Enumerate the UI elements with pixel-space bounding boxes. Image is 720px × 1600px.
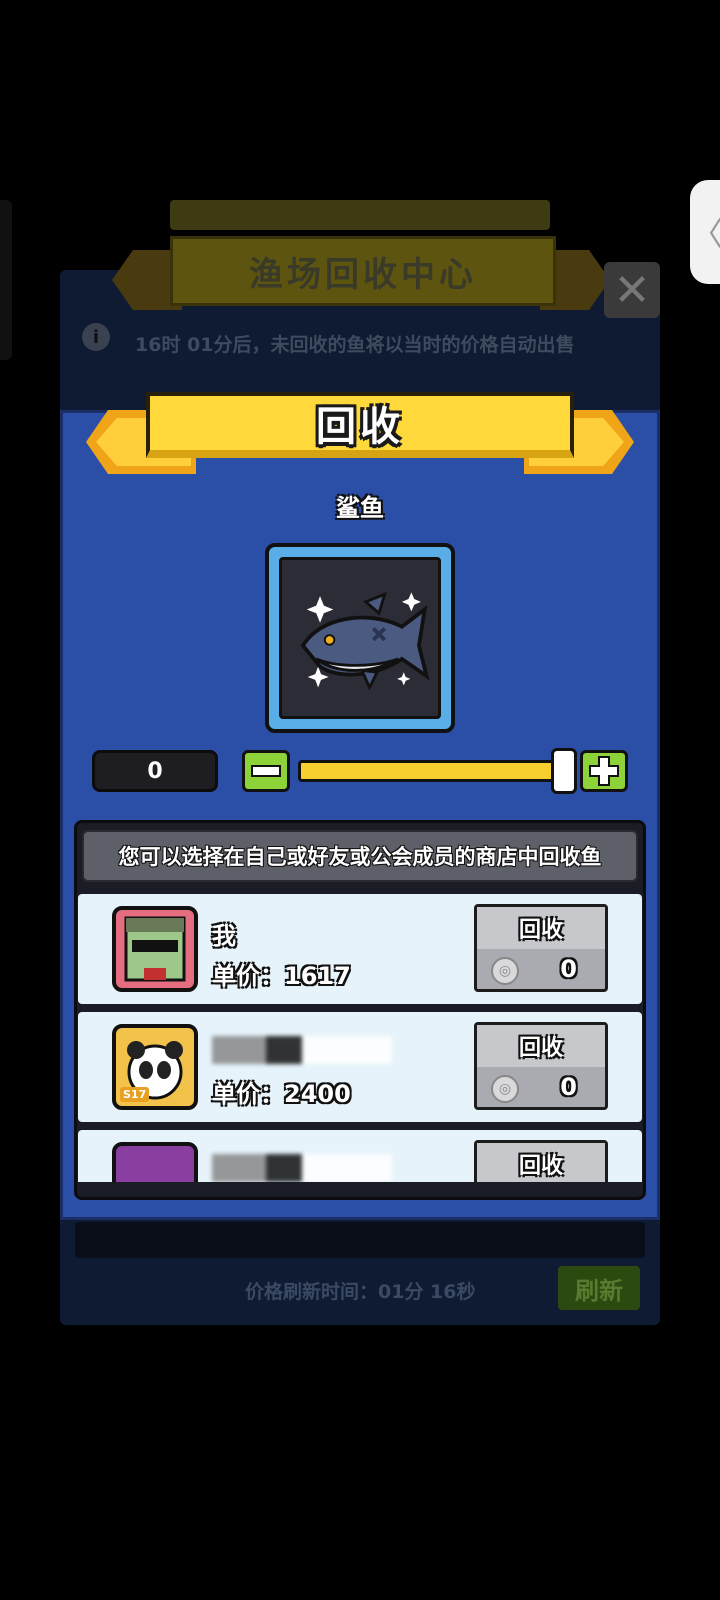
shop-row-guild: 回收 <box>78 1130 642 1182</box>
price-refresh-timer: 价格刷新时间：01分 16秒 <box>245 1281 476 1303</box>
unit-price: 单价：1617 <box>212 962 351 990</box>
dialog-title: 回收 <box>316 404 404 450</box>
minus-icon <box>251 765 281 777</box>
fish-image <box>279 557 441 719</box>
left-edge-stub <box>0 200 12 360</box>
shop-owner-name: 我 <box>212 922 236 950</box>
increase-quantity-button[interactable] <box>580 750 628 792</box>
zombie-avatar-icon <box>124 916 186 982</box>
redacted-name <box>212 1154 392 1182</box>
fish-name: 鲨鱼 <box>336 494 384 522</box>
avatar: S17 <box>112 1024 198 1110</box>
background-bottom-bar <box>75 1222 645 1258</box>
coin-icon: ◎ <box>491 957 519 985</box>
avatar <box>112 1142 198 1182</box>
redacted-name <box>212 1036 392 1064</box>
decrease-quantity-button[interactable] <box>242 750 290 792</box>
side-drawer-tab[interactable]: 〈 <box>690 180 720 284</box>
info-icon: i <box>82 323 110 351</box>
quantity-slider-handle[interactable] <box>551 748 577 794</box>
close-icon[interactable]: ✕ <box>604 262 660 318</box>
recycle-button[interactable]: 回收 ◎ 0 <box>474 904 608 992</box>
recycle-button[interactable]: 回收 ◎ 0 <box>474 1022 608 1110</box>
background-title: 渔场回收中心 <box>170 236 556 306</box>
auto-sell-notice: 16时 01分后，未回收的鱼将以当时的价格自动出售 <box>135 334 575 356</box>
quantity-slider-track[interactable] <box>298 760 574 782</box>
coin-count: 0 <box>560 955 577 983</box>
recycle-button-label: 回收 <box>477 907 605 949</box>
shop-row-friend: S17 单价：2400 回收 ◎ 0 <box>78 1012 642 1122</box>
shark-icon <box>300 591 430 691</box>
coin-icon: ◎ <box>491 1075 519 1103</box>
unit-price: 单价：2400 <box>212 1080 351 1108</box>
shop-list-header: 您可以选择在自己或好友或公会成员的商店中回收鱼 <box>82 830 638 882</box>
shop-list[interactable]: 我 单价：1617 回收 ◎ 0 S17 单价：2400 回收 ◎ 0 回收 <box>76 892 644 1182</box>
quantity-display: 0 <box>92 750 218 792</box>
recycle-button-label: 回收 <box>477 1025 605 1067</box>
dialog-title-ribbon: 回收 <box>146 392 574 458</box>
coin-count: 0 <box>560 1073 577 1101</box>
refresh-button[interactable]: 刷新 <box>558 1266 640 1310</box>
level-badge: S17 <box>120 1087 150 1102</box>
shop-row-self: 我 单价：1617 回收 ◎ 0 <box>78 894 642 1004</box>
recycle-button[interactable]: 回收 <box>474 1140 608 1182</box>
fish-image-frame <box>265 543 455 733</box>
avatar <box>112 906 198 992</box>
recycle-button-label: 回收 <box>477 1143 605 1182</box>
plus-icon <box>589 756 619 786</box>
background-title-top <box>170 200 550 230</box>
